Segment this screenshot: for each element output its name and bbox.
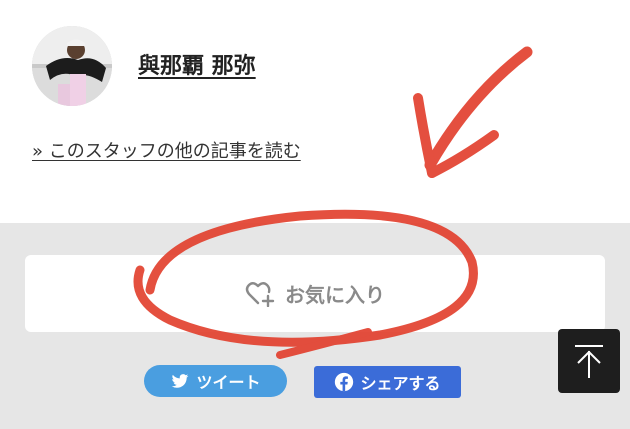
favorite-button[interactable]: お気に入り: [25, 255, 605, 332]
back-to-top-button[interactable]: [558, 329, 620, 393]
tweet-button[interactable]: ツイート: [144, 365, 287, 397]
facebook-share-button[interactable]: シェアする: [314, 366, 461, 398]
tweet-label: ツイート: [196, 373, 261, 392]
favorite-label: お気に入り: [285, 283, 385, 307]
avatar-photo: [32, 26, 112, 106]
more-articles-link[interactable]: » このスタッフの他の記事を読む: [32, 137, 301, 163]
facebook-icon: [334, 372, 354, 392]
facebook-share-label: シェアする: [360, 374, 441, 393]
author-avatar[interactable]: [32, 26, 112, 106]
author-name-link[interactable]: 與那覇 那弥: [138, 48, 256, 80]
arrow-up-to-top-icon: [575, 345, 603, 378]
twitter-bird-icon: [170, 371, 190, 391]
heart-plus-icon: [245, 281, 275, 307]
